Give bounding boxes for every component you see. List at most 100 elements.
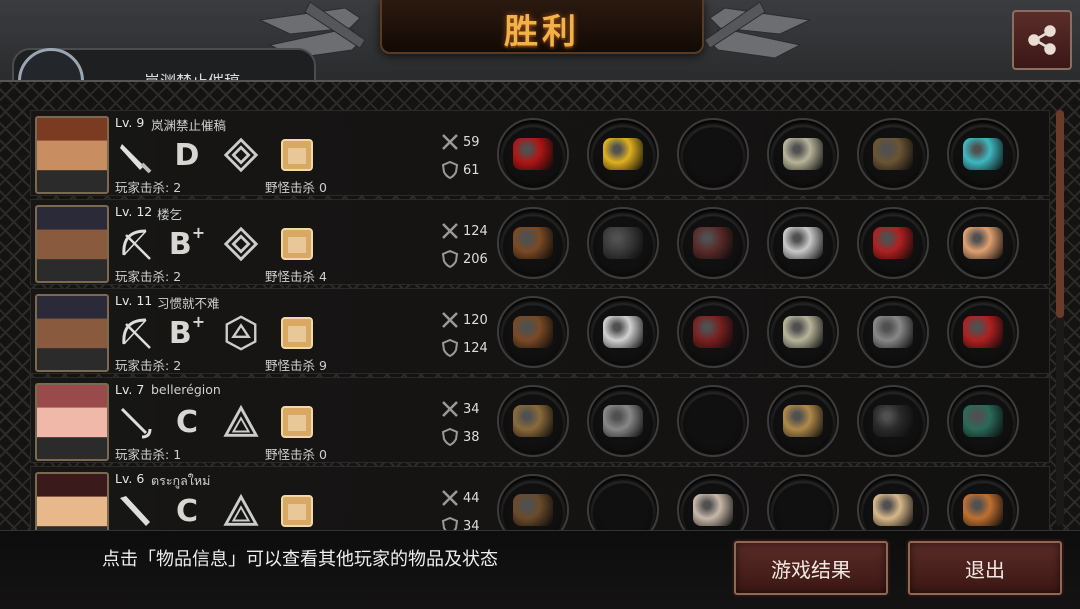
item-slot-crossbow-item[interactable] [497, 207, 569, 279]
attack-stat: 44 [441, 489, 480, 507]
knife-icon [115, 135, 155, 175]
item-slot-glasses-item[interactable] [587, 296, 659, 368]
item-box-icon[interactable] [277, 491, 317, 531]
item-slot-bracer-item[interactable] [767, 296, 839, 368]
item-slot-leather-jacket-item[interactable] [677, 207, 749, 279]
item-slot-hard-hat-item[interactable] [587, 118, 659, 190]
item-slot-black-boots-item[interactable] [857, 385, 929, 457]
item-slot-blade-bracer-item[interactable] [767, 207, 839, 279]
share-button[interactable] [1012, 10, 1072, 70]
player-build-icons: D [115, 135, 335, 175]
item-slot-red-quiver-item[interactable] [947, 296, 1019, 368]
grade-label: C [175, 404, 199, 440]
empty-item-slot[interactable] [677, 385, 749, 457]
player-level: Lv. 7 [115, 382, 145, 397]
top-bar: 胜利 岚渊禁止催稿 [0, 0, 1080, 114]
attack-stat: 59 [441, 133, 480, 151]
grade-label: C [175, 493, 199, 529]
defense-stat: 124 [441, 339, 488, 357]
item-slot-bone-item[interactable] [857, 474, 929, 532]
defense-stat: 61 [441, 161, 480, 179]
player-avatar[interactable] [35, 116, 109, 194]
item-slot-robe-item[interactable] [677, 474, 749, 532]
player-kills: 玩家击杀: 2 [115, 180, 182, 195]
player-row[interactable]: Lv. 9 岚渊禁止催稿 D 玩家击杀: 2 野怪击杀 0 59 61 [30, 110, 1050, 196]
crossed-swords-icon [442, 223, 458, 239]
player-build-icons: B+ [115, 222, 335, 264]
game-result-button[interactable]: 游戏结果 [734, 541, 888, 595]
item-slot-gourd-item[interactable] [947, 474, 1019, 532]
player-avatar[interactable] [35, 294, 109, 372]
item-slot-eye-gem-item[interactable] [947, 118, 1019, 190]
attack-stat: 34 [441, 400, 480, 418]
player-avatar[interactable] [35, 472, 109, 532]
shield-icon [441, 428, 459, 446]
player-kills: 玩家击杀: 1 [115, 447, 182, 462]
item-slot-knight-helmet-item[interactable] [587, 207, 659, 279]
item-slot-boots-item[interactable] [857, 118, 929, 190]
monster-kills: 野怪击杀 0 [265, 180, 327, 195]
item-slot-wristwatch-item[interactable] [767, 385, 839, 457]
player-build-icons: C [115, 491, 335, 531]
player-kills: 玩家击杀: 2 [115, 358, 182, 373]
bat-icon [115, 491, 155, 531]
empty-item-slot[interactable] [677, 118, 749, 190]
scroll-thumb[interactable] [1056, 110, 1064, 318]
shield-icon [441, 161, 459, 179]
player-level: Lv. 9 [115, 115, 145, 130]
player-list[interactable]: Lv. 9 岚渊禁止催稿 D 玩家击杀: 2 野怪击杀 0 59 61 Lv. 12 楼乞 … [30, 110, 1050, 532]
crossed-swords-icon [442, 134, 458, 150]
results-panel: Lv. 9 岚渊禁止催稿 D 玩家击杀: 2 野怪击杀 0 59 61 Lv. 12 楼乞 … [0, 80, 1080, 532]
player-name: ตระกูลใหม่ [151, 473, 211, 488]
triangle-icon [221, 491, 261, 531]
crossed-swords-icon [442, 312, 458, 328]
exit-button[interactable]: 退出 [908, 541, 1062, 595]
double-diamond-icon [221, 135, 261, 175]
item-box-icon[interactable] [277, 135, 317, 175]
shield-icon [441, 339, 459, 357]
player-row[interactable]: Lv. 7 bellerégion C 玩家击杀: 1 野怪击杀 0 34 38 [30, 377, 1050, 463]
player-avatar[interactable] [35, 383, 109, 461]
item-slot-baton-item[interactable] [947, 385, 1019, 457]
player-level: Lv. 6 [115, 471, 145, 486]
player-row[interactable]: Lv. 11 习惯就不难 B+ 玩家击杀: 2 野怪击杀 9 120 124 [30, 288, 1050, 374]
title-plate: 胜利 [380, 0, 704, 54]
player-build-icons: C [115, 402, 335, 442]
player-build-icons: B+ [115, 312, 335, 353]
item-slot-fan-item[interactable] [947, 207, 1019, 279]
share-icon [1028, 25, 1056, 55]
item-box-icon[interactable] [277, 224, 317, 264]
item-slot-bracer-item[interactable] [767, 118, 839, 190]
scrollbar[interactable] [1056, 110, 1064, 526]
grade-label: B+ [168, 222, 206, 262]
item-slot-spear-item[interactable] [497, 385, 569, 457]
item-slot-red-armor-item[interactable] [677, 296, 749, 368]
monster-kills: 野怪击杀 9 [265, 358, 327, 373]
defense-stat: 38 [441, 428, 480, 446]
item-slot-headband-item[interactable] [587, 385, 659, 457]
triangle-icon [221, 402, 261, 442]
item-slot-red-heels-item[interactable] [857, 207, 929, 279]
player-row[interactable]: Lv. 6 ตระกูลใหม่ C 44 34 [30, 466, 1050, 532]
item-slot-crossbow-item[interactable] [497, 296, 569, 368]
player-row[interactable]: Lv. 12 楼乞 B+ 玩家击杀: 2 野怪击杀 4 124 206 [30, 199, 1050, 285]
crossed-swords-icon [442, 401, 458, 417]
player-name: 岚渊禁止催稿 [151, 118, 227, 133]
item-slot-red-cloth-item[interactable] [497, 118, 569, 190]
crossed-swords-icon [442, 490, 458, 506]
item-slot-axe-item[interactable] [497, 474, 569, 532]
double-diamond-icon [221, 224, 261, 264]
item-slot-chain-gloves-item[interactable] [857, 296, 929, 368]
player-level: Lv. 11 [115, 293, 153, 308]
empty-item-slot[interactable] [587, 474, 659, 532]
empty-item-slot[interactable] [767, 474, 839, 532]
defense-stat: 206 [441, 250, 488, 268]
right-guns-ornament-icon [704, 1, 812, 59]
hexagon-icon [221, 313, 261, 353]
grade-label: D [174, 137, 200, 173]
item-box-icon[interactable] [277, 402, 317, 442]
player-level: Lv. 12 [115, 204, 153, 219]
item-box-icon[interactable] [277, 313, 317, 353]
attack-stat: 120 [441, 311, 488, 329]
player-avatar[interactable] [35, 205, 109, 283]
